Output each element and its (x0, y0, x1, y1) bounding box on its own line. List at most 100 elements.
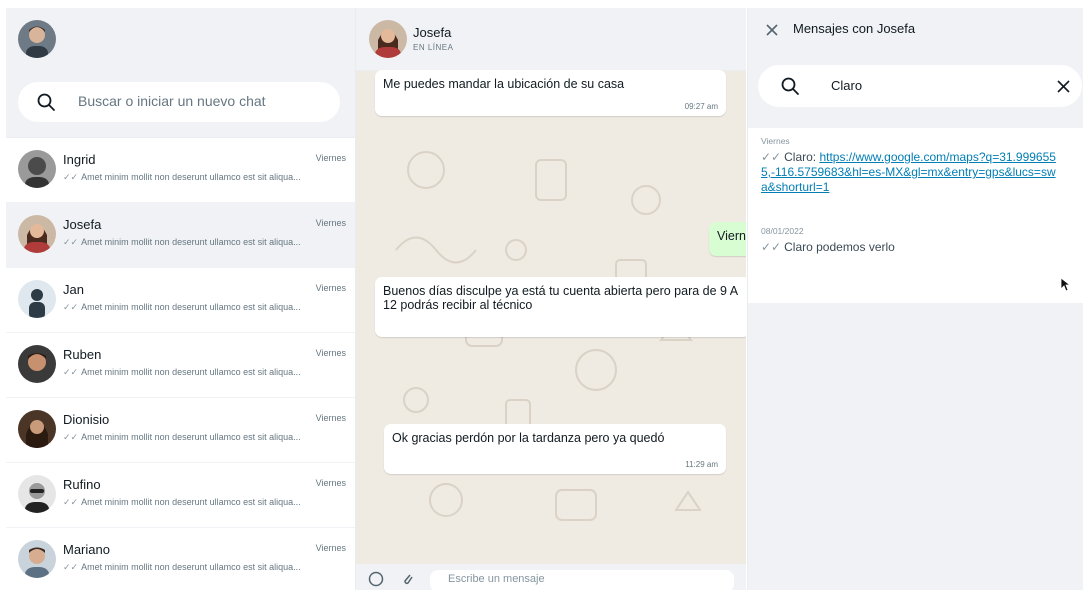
search-panel-input-area: Claro (748, 58, 1083, 128)
chat-preview-text: Amet minim mollit non deserunt ullamco e… (81, 367, 301, 377)
chat-time: Viernes (315, 348, 346, 358)
double-check-icon: ✓✓ (63, 237, 79, 247)
avatar-image (18, 475, 56, 513)
search-panel-empty-area (748, 303, 1083, 590)
chat-preview: ✓✓ Amet minim mollit non deserunt ullamco… (63, 432, 345, 443)
chat-time: Viernes (315, 543, 346, 553)
result-prefix: Claro: (784, 150, 820, 164)
clear-search-icon[interactable] (1057, 80, 1070, 93)
avatar-image (18, 215, 56, 253)
search-panel-header: Mensajes con Josefa (748, 8, 1083, 58)
user-avatar-image (18, 20, 56, 58)
chat-list-sidebar: Buscar o iniciar un nuevo chat Ingrid Vi… (6, 8, 356, 590)
message-list: Me puedes mandar la ubicación de su casa… (356, 70, 746, 570)
conversation-pane: Josefa EN LÍNEA Me puedes mandar la ubic… (356, 8, 746, 590)
contact-avatar (18, 475, 56, 513)
message-time: 09:27 am (684, 102, 718, 111)
chat-list: Ingrid Viernes ✓✓ Amet minim mollit non d… (6, 138, 355, 590)
double-check-icon: ✓✓ (63, 367, 79, 377)
result-date: Viernes (761, 136, 790, 146)
search-input[interactable]: Buscar o iniciar un nuevo chat (18, 82, 340, 122)
double-check-icon: ✓✓ (63, 172, 79, 182)
double-check-icon: ✓✓ (63, 497, 79, 507)
avatar-image (369, 20, 407, 58)
search-messages-panel: Mensajes con Josefa Claro Viernes ✓✓ Clar… (747, 8, 1083, 590)
contact-avatar (18, 280, 56, 318)
chat-preview-text: Amet minim mollit non deserunt ullamco e… (81, 172, 301, 182)
chat-time: Viernes (315, 283, 346, 293)
mouse-cursor-icon (1061, 278, 1070, 292)
chat-preview: ✓✓ Amet minim mollit non deserunt ullamco… (63, 302, 345, 313)
double-check-icon: ✓✓ (63, 432, 79, 442)
chat-preview-text: Amet minim mollit non deserunt ullamco e… (81, 562, 301, 572)
avatar-image (18, 280, 56, 318)
search-panel-title: Mensajes con Josefa (793, 21, 916, 36)
contact-avatar (18, 540, 56, 578)
message-search-input[interactable]: Claro (758, 65, 1082, 107)
contact-avatar (18, 345, 56, 383)
chat-time: Viernes (315, 153, 346, 163)
contact-name: Josefa (413, 25, 452, 40)
sidebar-search-area: Buscar o iniciar un nuevo chat (6, 71, 355, 138)
chat-preview: ✓✓ Amet minim mollit non deserunt ullamco… (63, 562, 345, 573)
message-bubble[interactable]: Me puedes mandar la ubicación de su casa… (375, 70, 726, 116)
contact-status: EN LÍNEA (413, 43, 454, 52)
chat-item-ruben[interactable]: Ruben Viernes ✓✓ Amet minim mollit non de… (6, 333, 355, 398)
avatar-image (18, 410, 56, 448)
conversation-header[interactable]: Josefa EN LÍNEA (356, 8, 746, 71)
user-avatar[interactable] (18, 20, 56, 58)
chat-preview: ✓✓ Amet minim mollit non deserunt ullamco… (63, 497, 345, 508)
contact-avatar (18, 410, 56, 448)
chat-item-ingrid[interactable]: Ingrid Viernes ✓✓ Amet minim mollit non d… (6, 138, 355, 203)
chat-preview: ✓✓ Amet minim mollit non deserunt ullamco… (63, 237, 345, 248)
chat-preview-text: Amet minim mollit non deserunt ullamco e… (81, 497, 301, 507)
chat-name: Rufino (63, 477, 101, 492)
search-icon (781, 77, 799, 95)
message-input[interactable]: Escribe un mensaje (430, 570, 734, 590)
contact-avatar[interactable] (369, 20, 407, 58)
chat-time: Viernes (315, 218, 346, 228)
contact-avatar (18, 215, 56, 253)
chat-item-jan[interactable]: Jan Viernes ✓✓ Amet minim mollit non dese… (6, 268, 355, 333)
search-results: Viernes ✓✓ Claro: https://www.google.com/… (748, 128, 1083, 304)
message-bubble-outgoing[interactable]: Viern (709, 222, 746, 256)
message-time: 11:29 am (685, 460, 718, 469)
avatar-image (18, 540, 56, 578)
chat-name: Josefa (63, 217, 102, 232)
contact-avatar (18, 150, 56, 188)
chat-name: Jan (63, 282, 84, 297)
chat-name: Dionisio (63, 412, 110, 427)
message-text: Buenos días disculpe ya está tu cuenta a… (383, 284, 738, 312)
message-text: Me puedes mandar la ubicación de su casa (383, 77, 625, 91)
double-check-icon: ✓✓ (761, 240, 782, 254)
search-result[interactable]: ✓✓ Claro podemos verlo (761, 240, 1061, 255)
chat-item-rufino[interactable]: Rufino Viernes ✓✓ Amet minim mollit non d… (6, 463, 355, 528)
composer-bar: Escribe un mensaje (356, 564, 746, 590)
sidebar-header (6, 8, 355, 71)
chat-item-mariano[interactable]: Mariano Viernes ✓✓ Amet minim mollit non … (6, 528, 355, 590)
chat-preview-text: Amet minim mollit non deserunt ullamco e… (81, 237, 301, 247)
chat-name: Mariano (63, 542, 110, 557)
message-text: Viern (717, 229, 746, 243)
double-check-icon: ✓✓ (63, 562, 79, 572)
chat-preview-text: Amet minim mollit non deserunt ullamco e… (81, 432, 301, 442)
chat-item-josefa[interactable]: Josefa Viernes ✓✓ Amet minim mollit non d… (6, 203, 355, 268)
search-query: Claro (831, 78, 863, 93)
message-text: Ok gracias perdón por la tardanza pero y… (392, 431, 665, 445)
chat-preview: ✓✓ Amet minim mollit non deserunt ullamco… (63, 367, 345, 378)
search-result[interactable]: ✓✓ Claro: https://www.google.com/maps?q=3… (761, 150, 1061, 195)
emoji-icon[interactable] (368, 571, 384, 587)
chat-item-dionisio[interactable]: Dionisio Viernes ✓✓ Amet minim mollit non… (6, 398, 355, 463)
chat-name: Ruben (63, 347, 102, 362)
double-check-icon: ✓✓ (63, 302, 79, 312)
chat-preview: ✓✓ Amet minim mollit non deserunt ullamco… (63, 172, 345, 183)
result-text: Claro podemos verlo (784, 240, 895, 254)
chat-time: Viernes (315, 478, 346, 488)
message-bubble[interactable]: Buenos días disculpe ya está tu cuenta a… (375, 277, 746, 337)
close-icon[interactable] (766, 24, 778, 36)
attach-icon[interactable] (400, 570, 414, 586)
result-date: 08/01/2022 (761, 226, 804, 236)
message-bubble[interactable]: Ok gracias perdón por la tardanza pero y… (384, 424, 726, 474)
chat-time: Viernes (315, 413, 346, 423)
avatar-image (18, 150, 56, 188)
